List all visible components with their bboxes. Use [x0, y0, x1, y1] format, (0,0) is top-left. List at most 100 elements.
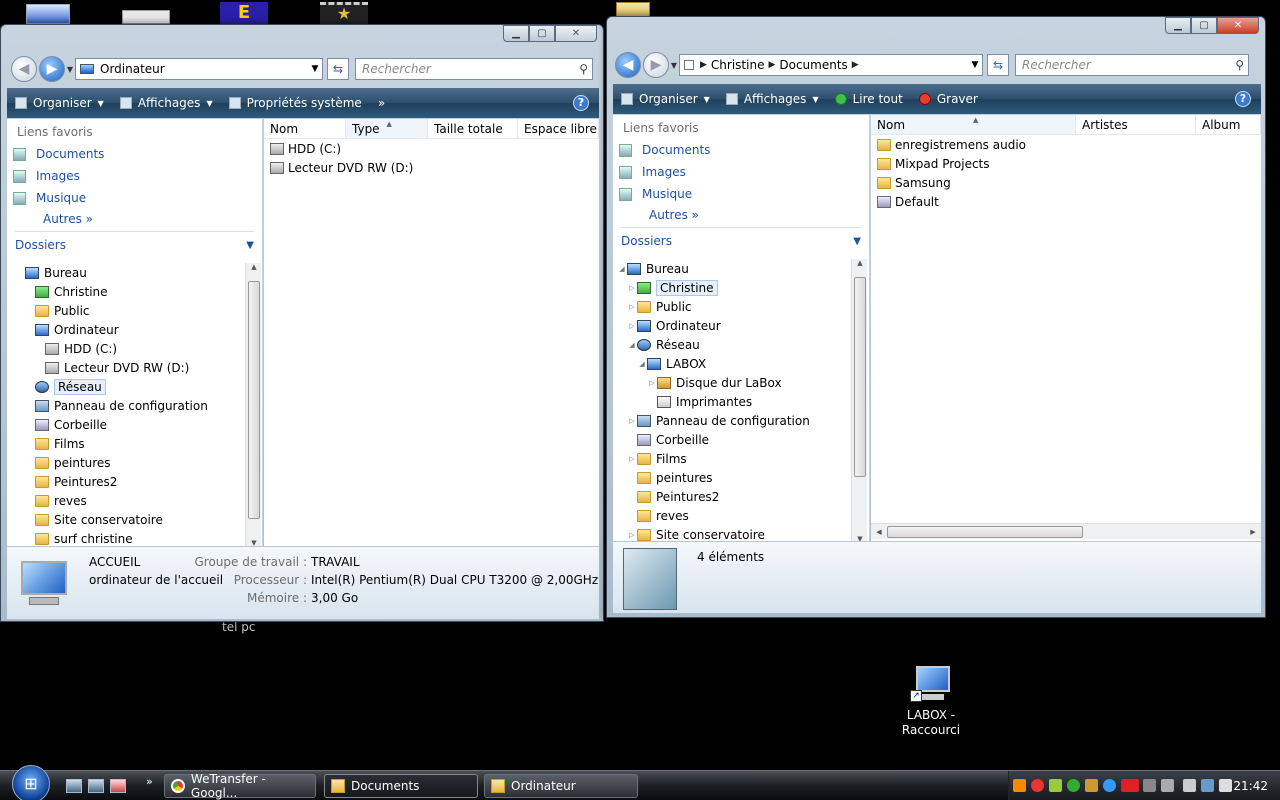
column-header[interactable]: Type ▲	[346, 119, 428, 138]
tray-app-icon[interactable]	[1049, 779, 1062, 792]
task-ordinateur[interactable]: Ordinateur	[484, 774, 638, 798]
favorites-more-link[interactable]: Autres »	[613, 205, 869, 225]
forward-arrow-icon[interactable]: ▶	[39, 56, 65, 82]
tray-network-icon[interactable]	[1201, 779, 1214, 792]
tree-item[interactable]: ▷ Public	[617, 297, 851, 316]
tree-scrollbar[interactable]: ▲ ▼	[245, 263, 261, 546]
toolbar-more-button[interactable]: »	[378, 96, 385, 110]
recent-pages-dropdown[interactable]: ▼	[669, 61, 679, 70]
tree-item[interactable]: peintures	[617, 468, 851, 487]
expand-arrow-icon[interactable]: ▷	[627, 455, 637, 463]
favorite-link[interactable]: Images	[613, 161, 869, 183]
favorites-more-link[interactable]: Autres »	[7, 209, 262, 229]
expand-arrow-icon[interactable]: ▷	[627, 303, 637, 311]
desktop-icon-3[interactable]: E	[220, 2, 268, 24]
chevron-down-icon[interactable]: ▼	[968, 60, 982, 70]
labox-shortcut[interactable]: ↗ LABOX - Raccourci	[900, 664, 962, 738]
task-wetransfer[interactable]: WeTransfer - Googl...	[164, 772, 316, 800]
minimize-button[interactable]: ▁	[1165, 17, 1191, 34]
switch-windows-icon[interactable]	[88, 779, 104, 793]
tray-app-icon[interactable]	[1103, 779, 1116, 792]
help-icon[interactable]: ?	[573, 95, 589, 111]
quicklaunch-more-button[interactable]: »	[146, 775, 153, 788]
tray-network-icon[interactable]	[1067, 779, 1080, 792]
tray-app-icon[interactable]	[1161, 779, 1174, 792]
column-header[interactable]: Espace libre	[518, 119, 599, 138]
search-icon[interactable]: ⚲	[1235, 58, 1244, 72]
tray-volume-icon[interactable]	[1219, 779, 1232, 792]
file-item[interactable]: Default	[871, 192, 1261, 211]
tree-item[interactable]: Public	[15, 301, 245, 320]
favorite-link[interactable]: Documents	[613, 139, 869, 161]
tree-item[interactable]: ◢ Réseau	[617, 335, 851, 354]
expand-arrow-icon[interactable]: ▷	[627, 284, 637, 292]
quicklaunch-app-icon[interactable]	[110, 779, 126, 793]
refresh-icon[interactable]: ⇆	[987, 54, 1009, 76]
expand-arrow-icon[interactable]: ▷	[627, 531, 637, 539]
tree-item[interactable]: ▷ Ordinateur	[617, 316, 851, 335]
tree-item[interactable]: Christine	[15, 282, 245, 301]
tray-app-icon[interactable]	[1013, 779, 1026, 792]
back-arrow-icon[interactable]: ◀	[11, 56, 37, 82]
tree-item[interactable]: Peintures2	[617, 487, 851, 506]
tray-stop-icon[interactable]	[1031, 779, 1044, 792]
tree-item[interactable]: peintures	[15, 453, 245, 472]
desktop-icon-4[interactable]: ★	[320, 2, 368, 24]
tree-item[interactable]: Bureau	[15, 263, 245, 282]
maximize-button[interactable]: ▢	[1191, 17, 1217, 34]
help-icon[interactable]: ?	[1235, 91, 1251, 107]
back-arrow-icon[interactable]: ◀	[615, 52, 641, 78]
tree-item[interactable]: reves	[15, 491, 245, 510]
tree-item[interactable]: ▷ Site conservatoire	[617, 525, 851, 542]
favorite-link[interactable]: Documents	[7, 143, 262, 165]
tree-item[interactable]: Réseau	[15, 377, 245, 396]
chevron-down-icon[interactable]: ▼	[308, 64, 322, 74]
favorite-link[interactable]: Musique	[613, 183, 869, 205]
folders-header[interactable]: Dossiers ▼	[7, 234, 262, 256]
tree-item[interactable]: reves	[617, 506, 851, 525]
minimize-button[interactable]: ▁	[503, 25, 529, 42]
tree-item[interactable]: Panneau de configuration	[15, 396, 245, 415]
expand-arrow-icon[interactable]: ◢	[637, 360, 647, 368]
tree-item[interactable]: Lecteur DVD RW (D:)	[15, 358, 245, 377]
tray-app-icon[interactable]	[1143, 779, 1156, 792]
tree-item[interactable]: Films	[15, 434, 245, 453]
tree-item[interactable]: ▷ Disque dur LaBox	[617, 373, 851, 392]
file-item[interactable]: Lecteur DVD RW (D:)	[264, 158, 599, 177]
expand-arrow-icon[interactable]: ▷	[627, 417, 637, 425]
column-header[interactable]: Taille totale	[428, 119, 518, 138]
burn-button[interactable]: Graver	[918, 92, 978, 106]
organiser-button[interactable]: Organiser ▼	[621, 92, 710, 106]
tree-item[interactable]: ◢ Bureau	[617, 259, 851, 278]
tree-item[interactable]: ▷ Christine	[617, 278, 851, 297]
file-item[interactable]: enregistremens audio	[871, 135, 1261, 154]
show-desktop-icon[interactable]	[66, 779, 82, 793]
tree-item[interactable]: Peintures2	[15, 472, 245, 491]
folders-header[interactable]: Dossiers ▼	[613, 230, 869, 252]
affichages-button[interactable]: Affichages ▼	[725, 92, 819, 106]
desktop-icon-2[interactable]	[122, 10, 170, 24]
start-button[interactable]: ⊞	[12, 765, 50, 800]
search-input[interactable]: Rechercher ⚲	[1015, 54, 1249, 76]
tree-item[interactable]: ▷ Panneau de configuration	[617, 411, 851, 430]
expand-arrow-icon[interactable]: ▷	[647, 379, 657, 387]
tree-item[interactable]: Corbeille	[15, 415, 245, 434]
search-input[interactable]: Rechercher ⚲	[355, 58, 593, 80]
tree-item[interactable]: Ordinateur	[15, 320, 245, 339]
column-header[interactable]: Album	[1196, 115, 1261, 134]
tree-item[interactable]: Site conservatoire	[15, 510, 245, 529]
ati-icon[interactable]	[1121, 779, 1139, 792]
close-button[interactable]: ✕	[1217, 17, 1259, 34]
tree-item[interactable]: surf christine	[15, 529, 245, 546]
file-item[interactable]: Mixpad Projects	[871, 154, 1261, 173]
maximize-button[interactable]: ▢	[529, 25, 555, 42]
tray-volume-icon[interactable]	[1085, 779, 1098, 792]
address-field[interactable]: ▶ Christine ▶ Documents ▶ ▼	[679, 54, 983, 76]
favorite-link[interactable]: Musique	[7, 187, 262, 209]
refresh-icon[interactable]: ⇆	[327, 58, 349, 80]
breadcrumb-christine[interactable]: Christine	[711, 58, 765, 72]
recent-pages-dropdown[interactable]: ▼	[65, 65, 75, 74]
tree-item[interactable]: HDD (C:)	[15, 339, 245, 358]
play-all-button[interactable]: Lire tout	[834, 92, 903, 106]
organiser-button[interactable]: Organiser ▼	[15, 96, 104, 110]
